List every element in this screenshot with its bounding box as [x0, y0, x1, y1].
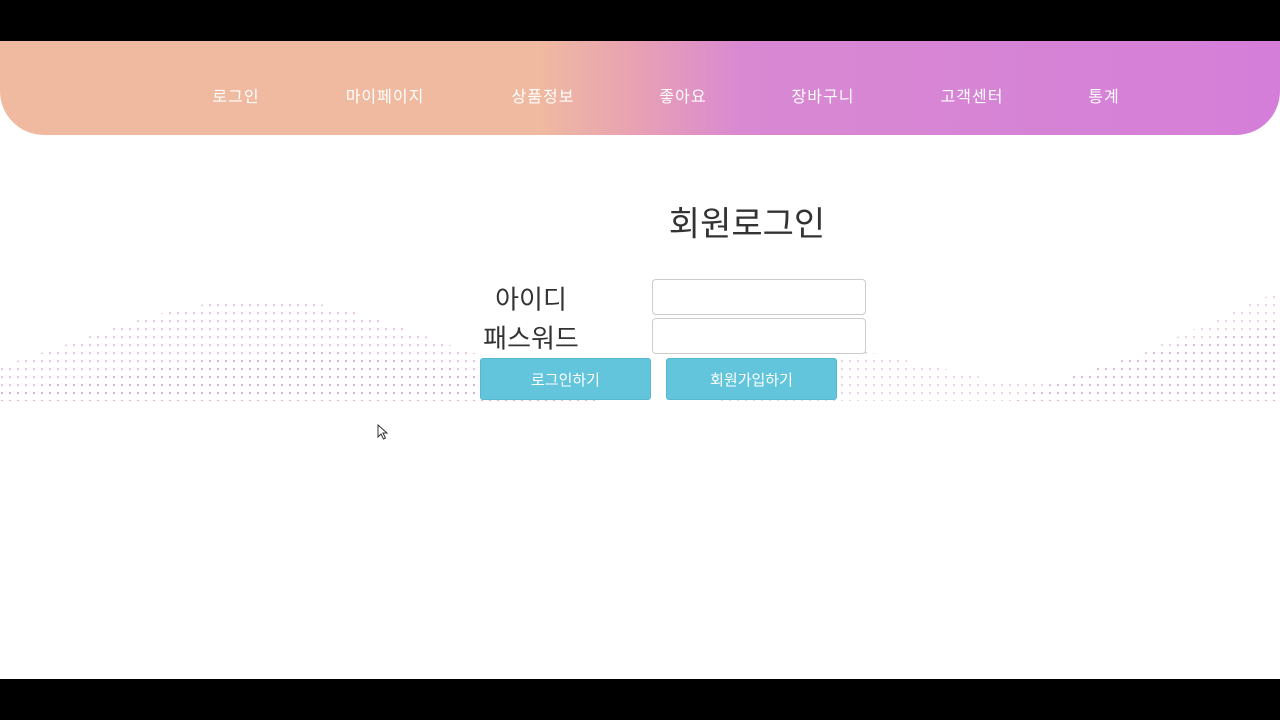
- top-navbar: 로그인 마이페이지 상품정보 좋아요 장바구니 고객센터 통계: [0, 41, 1280, 135]
- nav-likes[interactable]: 좋아요: [659, 83, 706, 107]
- page-viewport: 로그인 마이페이지 상품정보 좋아요 장바구니 고객센터 통계 회원로그인 아이…: [0, 41, 1280, 679]
- nav-customer-center[interactable]: 고객센터: [941, 83, 1004, 107]
- page-title: 회원로그인: [668, 204, 826, 245]
- signup-button[interactable]: 회원가입하기: [666, 358, 837, 400]
- nav-product-info[interactable]: 상품정보: [512, 83, 575, 107]
- nav-cart[interactable]: 장바구니: [792, 83, 855, 107]
- id-input[interactable]: [652, 279, 866, 315]
- login-button[interactable]: 로그인하기: [480, 358, 651, 400]
- nav-login[interactable]: 로그인: [212, 83, 259, 107]
- id-label: 아이디: [495, 285, 567, 316]
- nav-statistics[interactable]: 통계: [1088, 83, 1119, 107]
- password-input[interactable]: [652, 318, 866, 354]
- password-label: 패스워드: [483, 324, 579, 355]
- nav-mypage[interactable]: 마이페이지: [346, 83, 425, 107]
- mouse-pointer-icon: [377, 424, 389, 440]
